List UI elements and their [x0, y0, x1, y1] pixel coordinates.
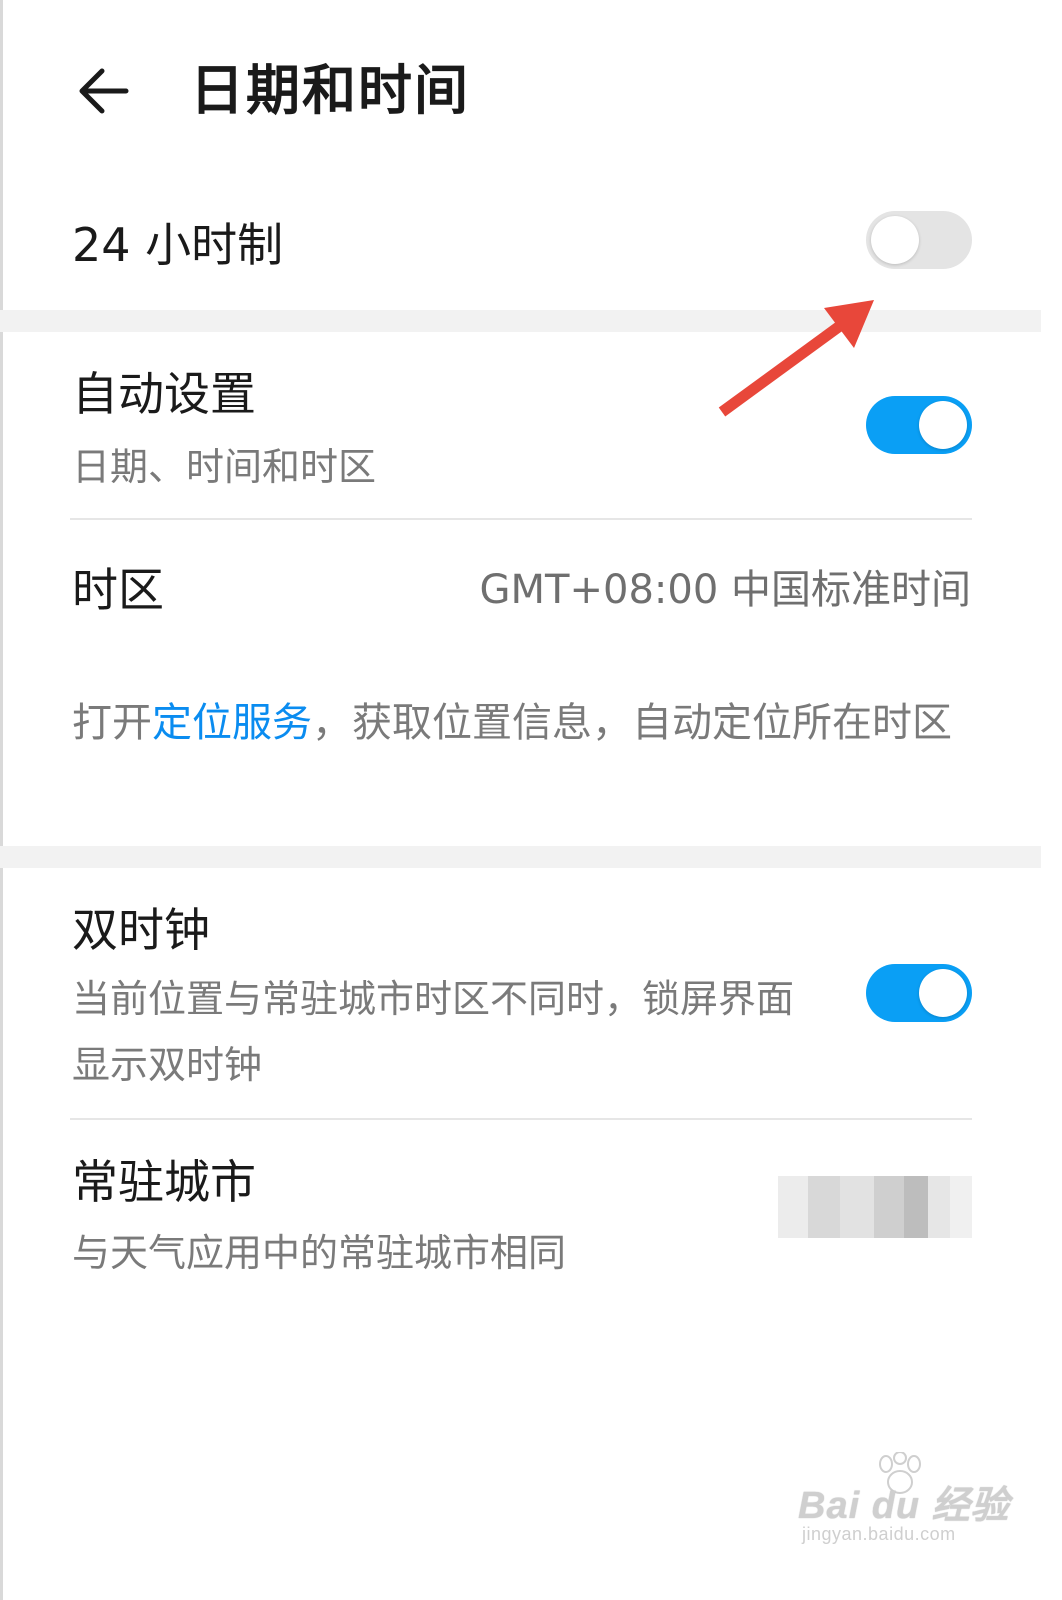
watermark-url: jingyan.baidu.com — [802, 1524, 956, 1544]
hint-suffix: ，获取位置信息，自动定位所在时区 — [312, 700, 952, 746]
setting-sublabel-home-city: 与天气应用中的常驻城市相同 — [72, 1231, 567, 1275]
location-service-link[interactable]: 定位服务 — [152, 700, 312, 746]
setting-sublabel-auto-set: 日期、时间和时区 — [72, 445, 377, 489]
toggle-knob — [919, 969, 967, 1017]
toggle-knob — [919, 401, 967, 449]
home-city-value-blurred — [778, 1176, 974, 1238]
timezone-value: GMT+08:00 中国标准时间 — [479, 567, 971, 613]
setting-label-dual-clock: 双时钟 — [72, 903, 210, 957]
watermark-text: Bai du 经验 — [798, 1485, 1010, 1527]
setting-label-home-city: 常驻城市 — [72, 1155, 256, 1209]
location-service-hint: 打开定位服务，获取位置信息，自动定位所在时区 — [72, 690, 972, 756]
setting-label-24-hour: 24 小时制 — [72, 218, 284, 272]
baidu-watermark: Bai du 经验 jingyan.baidu.com — [798, 1451, 1009, 1552]
setting-row-dual-clock[interactable]: 双时钟 当前位置与常驻城市时区不同时，锁屏界面显示双时钟 — [0, 868, 1041, 1118]
section-divider — [0, 846, 1041, 868]
page-title: 日期和时间 — [190, 59, 470, 122]
app-header: 日期和时间 — [0, 0, 1041, 185]
back-arrow-icon[interactable] — [74, 62, 132, 120]
setting-label-timezone: 时区 — [72, 563, 164, 617]
toggle-knob — [871, 216, 919, 264]
setting-sublabel-dual-clock: 当前位置与常驻城市时区不同时，锁屏界面显示双时钟 — [72, 977, 795, 1087]
setting-row-timezone[interactable]: 时区 GMT+08:00 中国标准时间 — [0, 520, 1041, 670]
toggle-24-hour[interactable] — [866, 211, 972, 269]
toggle-auto-set[interactable] — [866, 396, 972, 454]
toggle-dual-clock[interactable] — [866, 964, 972, 1022]
hint-prefix: 打开 — [72, 700, 152, 746]
setting-label-auto-set: 自动设置 — [72, 367, 256, 421]
setting-row-auto-set[interactable]: 自动设置 日期、时间和时区 — [0, 332, 1041, 518]
